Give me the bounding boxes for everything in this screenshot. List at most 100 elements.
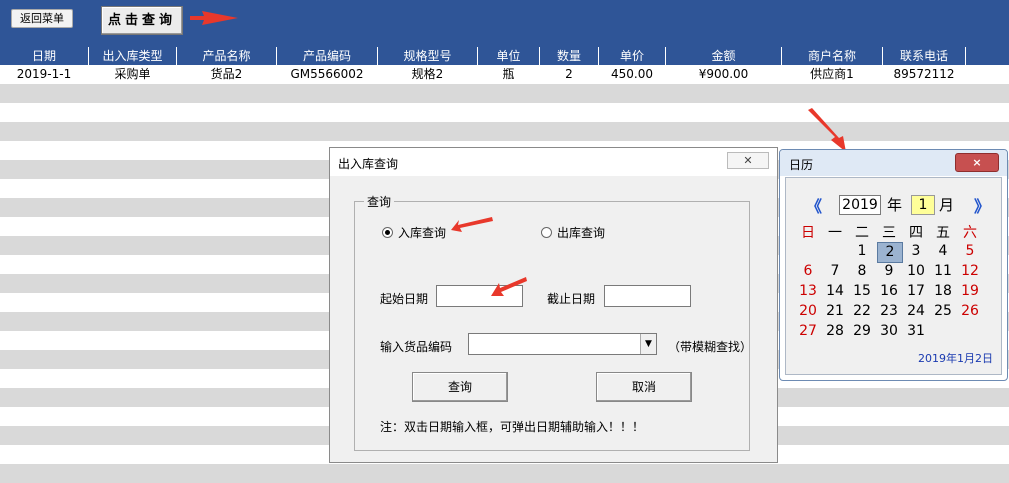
calendar-day[interactable]: 24 — [904, 302, 928, 321]
inout-query-dialog: 出入库查询 ✕ 查询 入库查询 出库查询 起始日期 截止日期 输入货品编码 ▼ … — [329, 147, 778, 463]
calendar-day[interactable]: 18 — [931, 282, 955, 301]
arrow-icon — [808, 108, 846, 152]
calendar-day[interactable]: 23 — [877, 302, 901, 321]
close-icon[interactable]: ✕ — [727, 152, 769, 169]
col-header-date[interactable]: 日期 — [0, 47, 89, 65]
end-date-label: 截止日期 — [547, 292, 596, 306]
query-button[interactable]: 查询 — [412, 372, 508, 402]
calendar-day[interactable]: 6 — [796, 262, 820, 281]
radio-unchecked-icon — [541, 227, 552, 238]
calendar-day[interactable]: 16 — [877, 282, 901, 301]
cell-quantity[interactable]: 2 — [540, 65, 599, 84]
calendar-day[interactable]: 20 — [796, 302, 820, 321]
product-code-label: 输入货品编码 — [380, 340, 453, 354]
chevron-down-icon[interactable]: ▼ — [640, 334, 656, 354]
calendar-day[interactable]: 2 — [877, 242, 903, 263]
toolbar: 返回菜单 点击查询 — [0, 0, 1009, 47]
radio-outbound-query[interactable]: 出库查询 — [541, 224, 605, 241]
cancel-button[interactable]: 取消 — [596, 372, 692, 402]
cell-merchant[interactable]: 供应商1 — [782, 65, 883, 84]
col-header-phone[interactable]: 联系电话 — [883, 47, 966, 65]
calendar-day[interactable]: 31 — [904, 322, 928, 341]
calendar-day[interactable]: 27 — [796, 322, 820, 341]
calendar-day[interactable]: 12 — [958, 262, 982, 281]
cell-phone[interactable]: 89572112 — [883, 65, 966, 84]
cell-type[interactable]: 采购单 — [89, 65, 177, 84]
calendar-day[interactable]: 15 — [850, 282, 874, 301]
col-header-amount[interactable]: 金额 — [666, 47, 782, 65]
calendar-day[interactable]: 5 — [958, 242, 982, 261]
calendar-day[interactable]: 26 — [958, 302, 982, 321]
weekday-label: 二 — [855, 225, 869, 241]
month-field[interactable]: 1 — [911, 195, 935, 215]
calendar-day[interactable]: 19 — [958, 282, 982, 301]
calendar-day[interactable]: 17 — [904, 282, 928, 301]
calendar-day[interactable]: 14 — [823, 282, 847, 301]
calendar-day[interactable]: 3 — [904, 242, 928, 261]
radio-inbound-query[interactable]: 入库查询 — [382, 224, 446, 241]
calendar-day[interactable]: 10 — [904, 262, 928, 281]
calendar-body: 《 2019 年 1 月 》 日一二三四五六 1 2 3 4 5 6 7 8 9 10 11 12 13 1… — [785, 177, 1002, 375]
dialog-titlebar: 出入库查询 ✕ — [330, 148, 777, 176]
calendar-day[interactable]: 29 — [850, 322, 874, 341]
cell-product-code[interactable]: GM5566002 — [277, 65, 378, 84]
cell-price[interactable]: 450.00 — [599, 65, 666, 84]
table-row[interactable] — [0, 464, 1009, 483]
calendar-day[interactable]: 28 — [823, 322, 847, 341]
selected-date-label: 2019年1月2日 — [918, 352, 993, 365]
end-date-input[interactable] — [604, 285, 691, 307]
weekday-label: 四 — [909, 225, 923, 241]
weekday-label: 日 — [801, 225, 815, 241]
calendar-titlebar: 日历 × — [780, 150, 1007, 176]
col-header-product-code[interactable]: 产品编码 — [277, 47, 378, 65]
cell-unit[interactable]: 瓶 — [478, 65, 540, 84]
weekday-label: 五 — [936, 225, 950, 241]
fuzzy-search-hint: （带模糊查找） — [668, 340, 753, 354]
query-group-label: 查询 — [364, 193, 395, 210]
calendar-day[interactable]: 9 — [877, 262, 901, 281]
calendar-day[interactable]: 1 — [850, 242, 874, 261]
month-suffix: 月 — [939, 196, 955, 214]
start-date-label: 起始日期 — [380, 292, 429, 306]
col-header-quantity[interactable]: 数量 — [540, 47, 599, 65]
prev-month-icon[interactable]: 《 — [806, 193, 822, 217]
weekday-label: 三 — [882, 225, 896, 241]
year-suffix: 年 — [887, 196, 903, 214]
click-query-button[interactable]: 点击查询 — [101, 6, 183, 35]
cell-date[interactable]: 2019-1-1 — [0, 65, 89, 84]
weekday-label: 六 — [963, 225, 977, 241]
arrow-icon — [190, 11, 238, 25]
calendar-day[interactable]: 4 — [931, 242, 955, 261]
year-field[interactable]: 2019 — [839, 195, 881, 215]
cell-amount[interactable]: ¥900.00 — [666, 65, 782, 84]
calendar-day[interactable]: 8 — [850, 262, 874, 281]
calendar-day[interactable]: 30 — [877, 322, 901, 341]
col-header-spec[interactable]: 规格型号 — [378, 47, 478, 65]
col-header-type[interactable]: 出入库类型 — [89, 47, 177, 65]
calendar-day[interactable]: 22 — [850, 302, 874, 321]
table-row[interactable] — [0, 122, 1009, 141]
cell-spec[interactable]: 规格2 — [378, 65, 478, 84]
col-header-product-name[interactable]: 产品名称 — [177, 47, 277, 65]
calendar-day[interactable]: 13 — [796, 282, 820, 301]
product-code-combobox[interactable]: ▼ — [468, 333, 657, 355]
calendar-day[interactable]: 11 — [931, 262, 955, 281]
col-header-unit[interactable]: 单位 — [478, 47, 540, 65]
calendar-day[interactable]: 25 — [931, 302, 955, 321]
arrow-icon — [491, 277, 527, 296]
next-month-icon[interactable]: 》 — [974, 193, 990, 217]
calendar-day[interactable]: 7 — [823, 262, 847, 281]
close-icon[interactable]: × — [955, 153, 999, 172]
radio-outbound-label: 出库查询 — [557, 226, 606, 240]
col-header-price[interactable]: 单价 — [599, 47, 666, 65]
calendar-day[interactable]: 21 — [823, 302, 847, 321]
radio-checked-icon — [382, 227, 393, 238]
col-header-merchant[interactable]: 商户名称 — [782, 47, 883, 65]
note-text: 注：双击日期输入框，可弹出日期辅助输入！！！ — [380, 420, 645, 434]
back-to-menu-button[interactable]: 返回菜单 — [11, 9, 73, 28]
calendar-title: 日历 — [789, 158, 814, 172]
table-row[interactable]: 2019-1-1 采购单 货品2 GM5566002 规格2 瓶 2 450.0… — [0, 65, 1009, 84]
cell-product-name[interactable]: 货品2 — [177, 65, 277, 84]
table-row[interactable] — [0, 84, 1009, 103]
dialog-title: 出入库查询 — [338, 157, 399, 171]
